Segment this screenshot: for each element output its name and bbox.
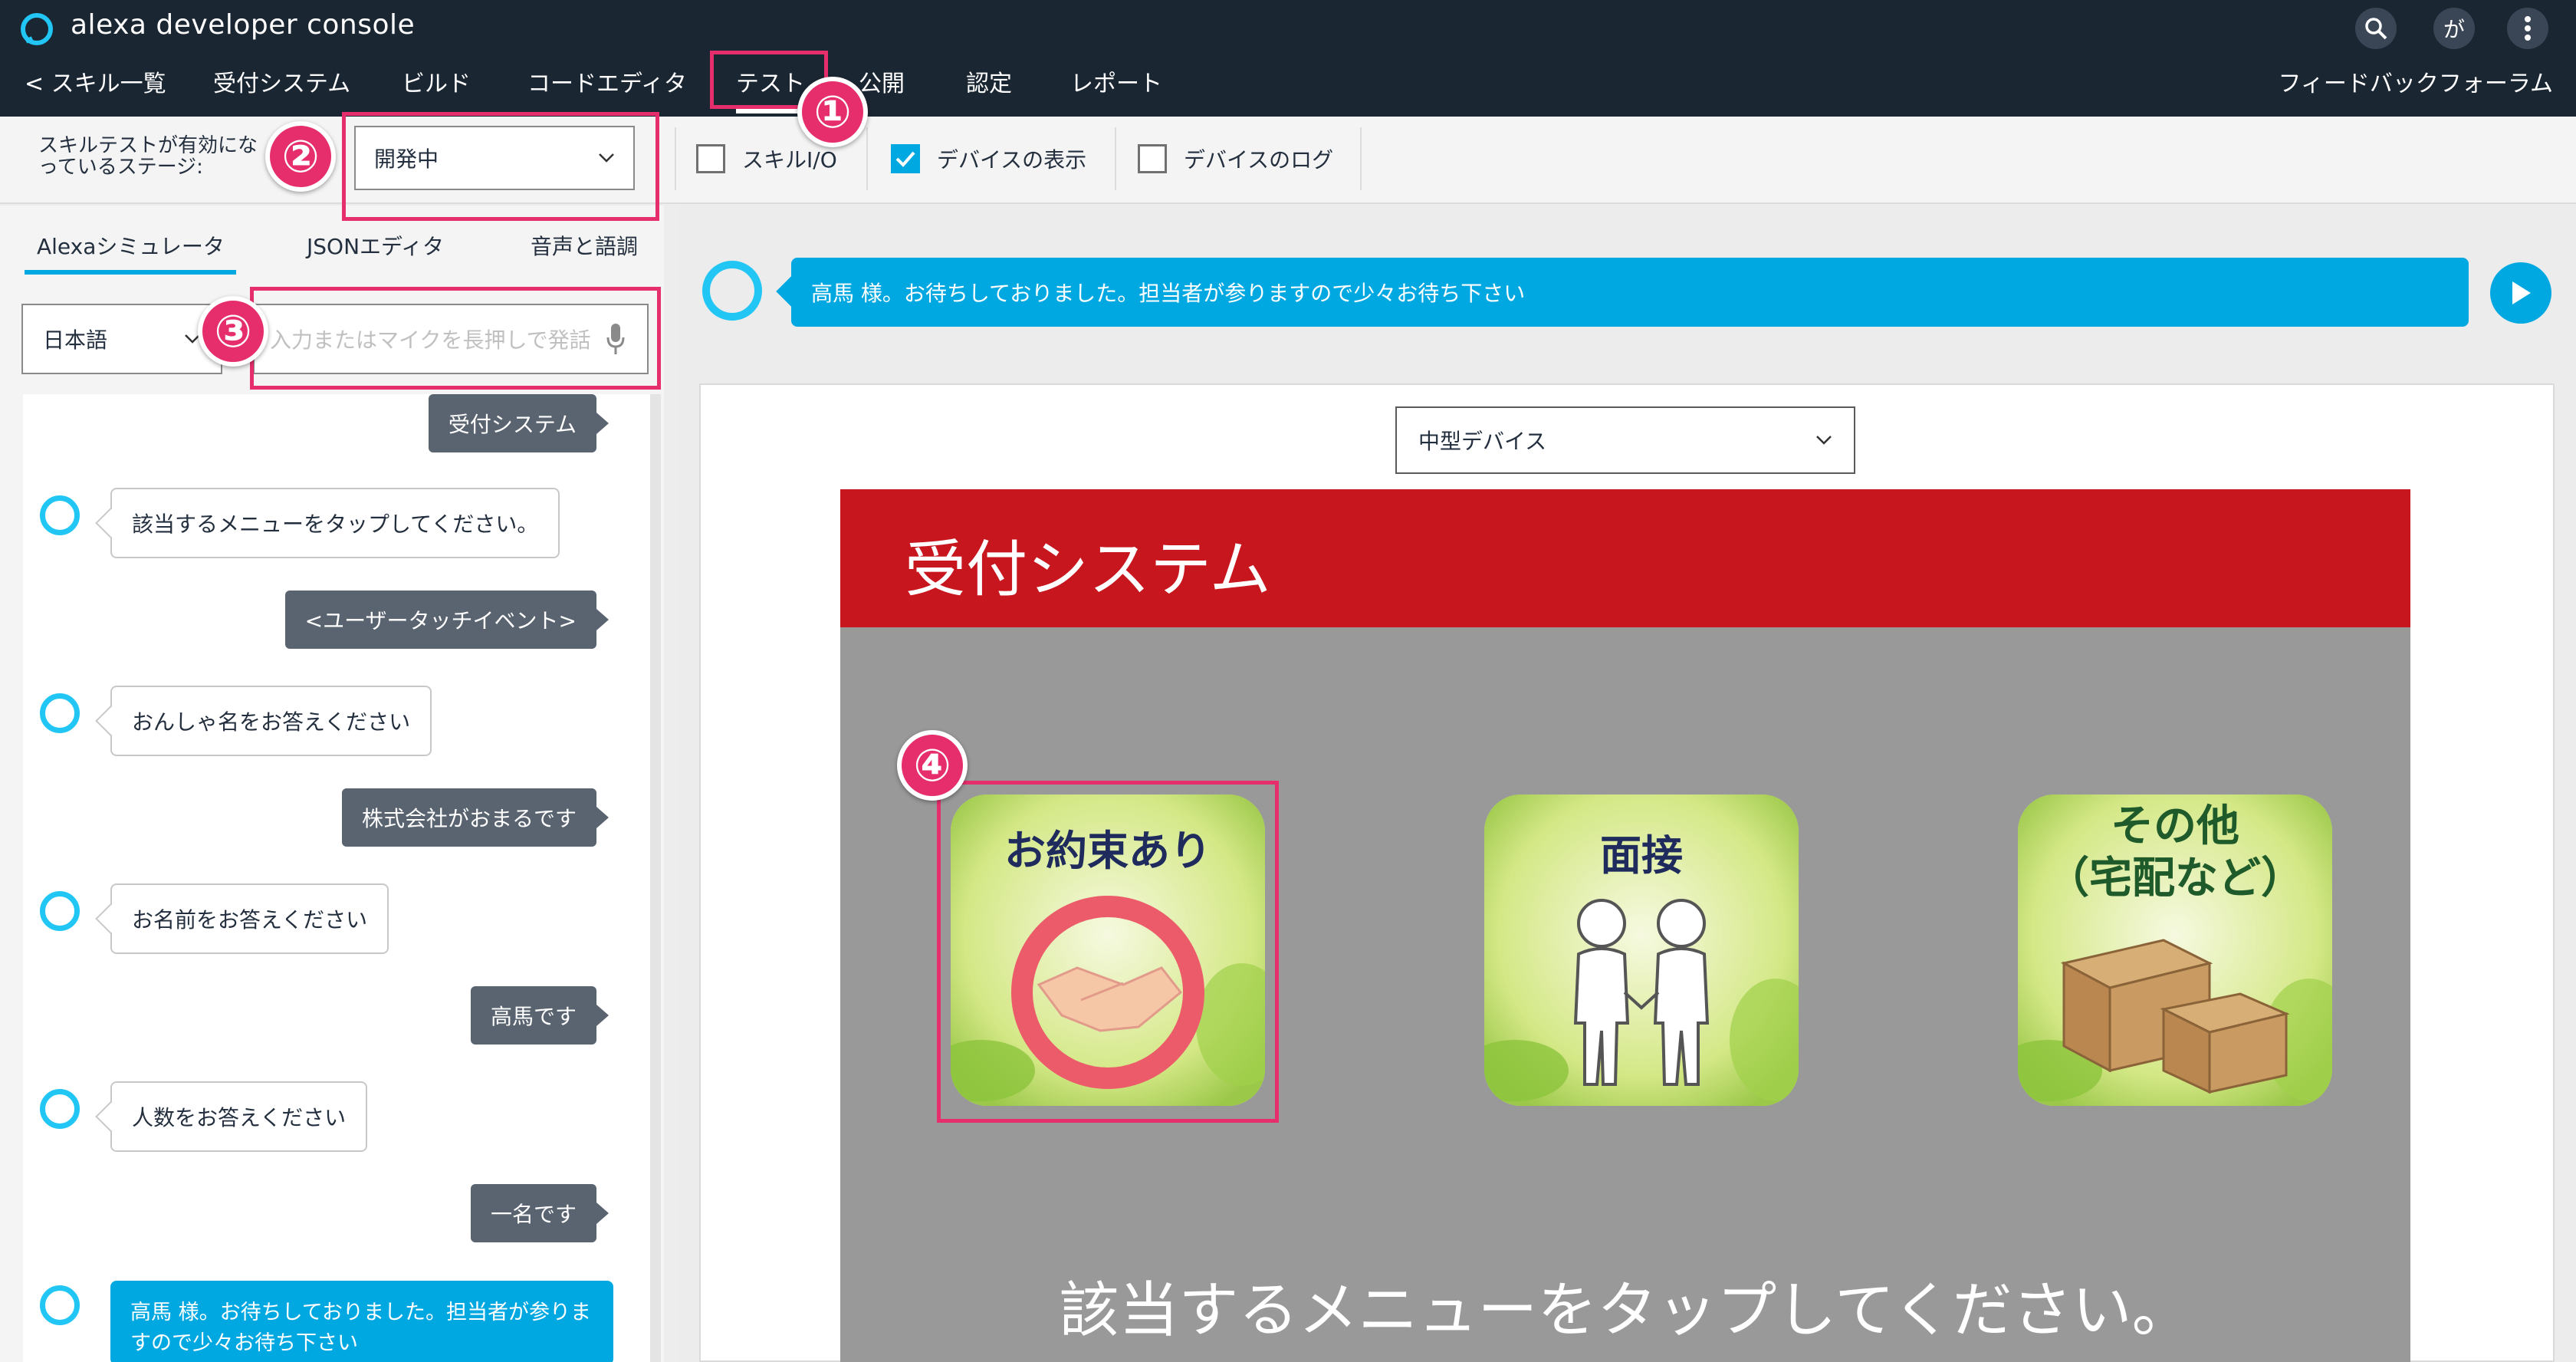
chat-transcript: 受付システム 該当するメニューをタップしてください。 <ユーザータッチイベント>…	[23, 394, 650, 1362]
replay-button[interactable]	[2490, 262, 2551, 324]
toolbar-divider	[1115, 127, 1116, 190]
alexa-response: 該当するメニューをタップしてください。	[110, 488, 560, 558]
language-select[interactable]: 日本語	[21, 304, 222, 374]
apl-prompt-text: 該当するメニューをタップしてください。	[1059, 1276, 2192, 1345]
callout-box-input	[250, 287, 661, 390]
skill-io-checkbox[interactable]	[696, 144, 725, 173]
alexa-ring-icon	[40, 1089, 80, 1129]
nav-code-editor[interactable]: コードエディタ	[527, 64, 687, 98]
callout-badge-3: ③	[198, 296, 268, 367]
callout-box-stage	[342, 112, 659, 221]
alexa-ring-icon	[40, 495, 80, 535]
language-select-value: 日本語	[43, 327, 108, 353]
alexa-ring-icon	[40, 693, 80, 733]
search-button[interactable]	[2355, 8, 2397, 49]
tab-alexa-simulator[interactable]: Alexaシミュレータ	[37, 230, 225, 261]
user-utterance: 高馬です	[470, 986, 610, 1045]
nav-publish[interactable]: 公開	[859, 64, 905, 98]
alexa-ring-icon	[18, 11, 55, 48]
device-size-select[interactable]: 中型デバイス	[1395, 406, 1855, 474]
device-size-value: 中型デバイス	[1418, 429, 1547, 454]
tile-other[interactable]: その他 （宅配など）	[2018, 794, 2332, 1106]
callout-badge-4: ④	[897, 730, 968, 801]
toolbar-divider	[1360, 127, 1362, 190]
callout-box-tile	[937, 781, 1279, 1123]
stage-label: スキルテストが有効になっているステージ:	[38, 134, 258, 179]
toolbar-divider	[675, 127, 676, 190]
callout-badge-1: ①	[797, 77, 868, 147]
nav-build[interactable]: ビルド	[402, 64, 471, 98]
alexa-response-latest: 高馬 様。お待ちしておりました。担当者が参りますので少々お待ち下さい	[110, 1281, 613, 1362]
tile-interview-label: 面接	[1600, 831, 1683, 880]
tab-voice-and-tone[interactable]: 音声と語調	[531, 230, 638, 261]
user-utterance: 株式会社がおまるです	[341, 788, 610, 847]
device-display-label: デバイスの表示	[937, 147, 1087, 173]
user-utterance: 一名です	[470, 1184, 610, 1242]
checkmark-icon	[895, 151, 915, 167]
chevron-down-icon	[1816, 436, 1832, 445]
nav-skill-list[interactable]: < スキル一覧	[25, 64, 166, 98]
tile-other-label: その他	[2111, 801, 2239, 851]
active-tab-indicator	[25, 270, 236, 275]
skill-io-label: スキルI/O	[742, 147, 837, 173]
interview-icon	[1573, 899, 1710, 1086]
user-utterance: <ユーザータッチイベント>	[284, 591, 610, 649]
device-display-checkbox[interactable]	[891, 144, 920, 173]
more-menu-button[interactable]	[2507, 8, 2548, 49]
device-log-label: デバイスのログ	[1184, 147, 1334, 173]
nav-report[interactable]: レポート	[1070, 64, 1162, 98]
callout-badge-2: ②	[265, 121, 336, 192]
tile-other-sublabel: （宅配など）	[2046, 854, 2304, 903]
nav-certification[interactable]: 認定	[966, 64, 1012, 98]
apl-title: 受付システム	[905, 534, 1271, 605]
feedback-forum-link[interactable]: フィードバックフォーラム	[2279, 64, 2554, 98]
app-title: alexa developer console	[71, 9, 416, 41]
alexa-speech-bubble: 高馬 様。お待ちしておりました。担当者が参りますので少々お待ち下さい	[791, 258, 2469, 327]
device-log-toggle[interactable]: デバイスのログ	[1138, 127, 1333, 190]
chat-scrollbar[interactable]	[650, 394, 661, 1362]
kebab-menu-icon	[2525, 16, 2531, 41]
tab-json-editor[interactable]: JSONエディタ	[307, 230, 444, 261]
boxes-icon	[2060, 939, 2290, 1094]
user-avatar[interactable]: が	[2433, 8, 2475, 49]
search-icon	[2365, 18, 2387, 40]
alexa-ring-icon	[40, 891, 80, 931]
alexa-response: 人数をお答えください	[110, 1081, 368, 1152]
user-utterance: 受付システム	[428, 394, 610, 452]
toolbar-divider	[866, 127, 868, 190]
alexa-ring-icon	[702, 261, 762, 321]
alexa-response: おんしゃ名をお答えください	[110, 686, 432, 756]
play-icon	[2512, 281, 2531, 304]
device-log-checkbox[interactable]	[1138, 144, 1167, 173]
tile-interview[interactable]: 面接	[1484, 794, 1799, 1106]
alexa-response: お名前をお答えください	[110, 883, 389, 954]
nav-skill-name[interactable]: 受付システム	[213, 64, 350, 98]
device-display-toggle[interactable]: デバイスの表示	[891, 127, 1086, 190]
alexa-ring-icon	[40, 1285, 80, 1325]
